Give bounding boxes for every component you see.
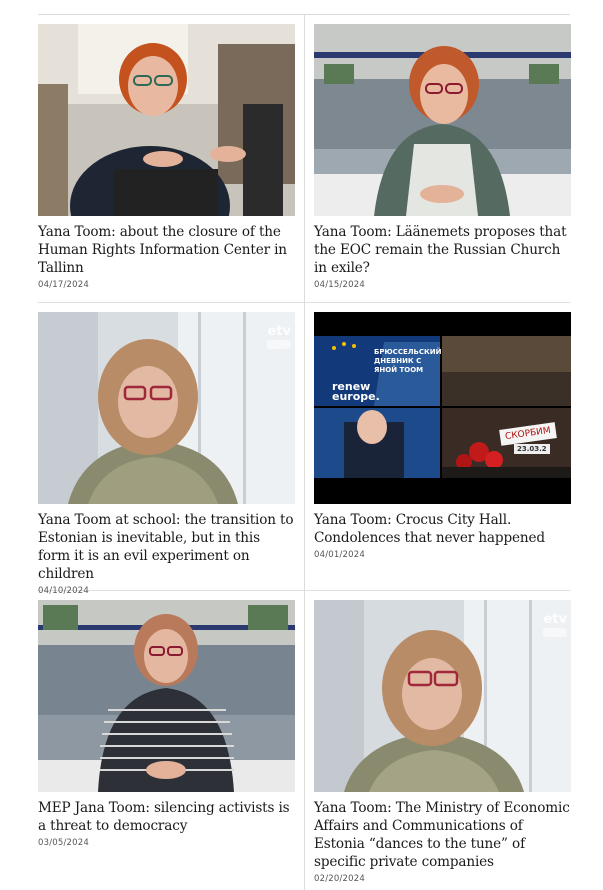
video-thumbnail-image	[314, 600, 571, 792]
article-card[interactable]: etv + Yana Toom: The Ministry of Economic…	[314, 600, 571, 884]
article-title[interactable]: Yana Toom at school: the transition to E…	[38, 511, 295, 583]
video-thumbnail-image	[38, 600, 295, 792]
article-thumbnail[interactable]: БРЮССЕЛЬСКИЙ ДНЕВНИК С ЯНОЙ ТООМ renew e…	[314, 312, 571, 504]
article-date: 04/10/2024	[38, 586, 89, 596]
video-thumbnail-image	[314, 24, 571, 216]
article-card[interactable]: Yana Toom: Läänemets proposes that the E…	[314, 24, 571, 290]
etv-logo: etv +	[267, 324, 291, 349]
etv-logo: etv +	[543, 612, 567, 637]
article-card[interactable]: БРЮССЕЛЬСКИЙ ДНЕВНИК С ЯНОЙ ТООМ renew e…	[314, 312, 571, 560]
article-thumbnail[interactable]	[314, 24, 571, 216]
video-thumbnail-image	[38, 312, 295, 504]
article-date: 04/15/2024	[314, 280, 365, 290]
column-divider	[304, 15, 305, 890]
overlay-show-title: БРЮССЕЛЬСКИЙ ДНЕВНИК С ЯНОЙ ТООМ	[374, 348, 442, 374]
video-thumbnail-image	[38, 24, 295, 216]
article-date: 04/01/2024	[314, 550, 365, 560]
article-title[interactable]: Yana Toom: Läänemets proposes that the E…	[314, 223, 571, 277]
article-thumbnail[interactable]	[38, 600, 295, 792]
article-card[interactable]: MEP Jana Toom: silencing activists is a …	[38, 600, 295, 848]
article-thumbnail[interactable]: etv +	[314, 600, 571, 792]
overlay-sign-date: 23.03.2	[514, 444, 550, 454]
article-date: 04/17/2024	[38, 280, 89, 290]
article-thumbnail[interactable]: etv +	[38, 312, 295, 504]
row-divider	[38, 302, 570, 303]
article-title[interactable]: Yana Toom: Crocus City Hall. Condolences…	[314, 511, 571, 547]
article-date: 03/05/2024	[38, 838, 89, 848]
article-card[interactable]: etv + Yana Toom at school: the transition…	[38, 312, 295, 596]
video-thumbnail-image	[314, 312, 571, 504]
article-title[interactable]: Yana Toom: about the closure of the Huma…	[38, 223, 295, 277]
overlay-renew-europe: renew europe.	[332, 380, 380, 403]
article-title[interactable]: Yana Toom: The Ministry of Economic Affa…	[314, 799, 571, 871]
article-date: 02/20/2024	[314, 874, 365, 884]
article-title[interactable]: MEP Jana Toom: silencing activists is a …	[38, 799, 295, 835]
article-card[interactable]: Yana Toom: about the closure of the Huma…	[38, 24, 295, 290]
article-thumbnail[interactable]	[38, 24, 295, 216]
